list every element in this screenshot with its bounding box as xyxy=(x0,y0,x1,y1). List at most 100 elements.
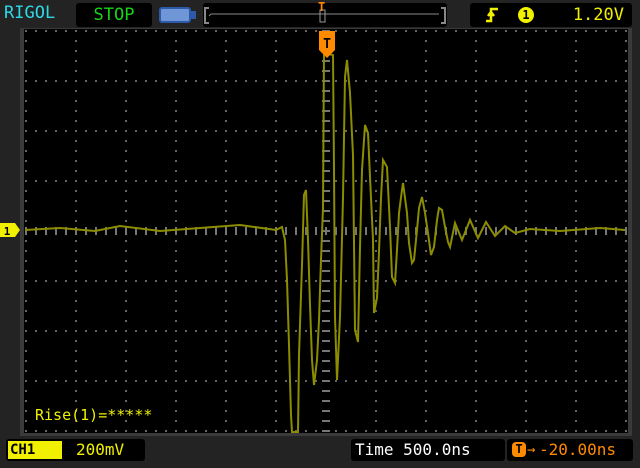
grid-dot xyxy=(135,130,137,132)
grid-dot xyxy=(625,400,627,402)
trigger-offset-settings[interactable]: T → -20.00ns xyxy=(507,439,633,461)
grid-dot xyxy=(375,430,377,432)
grid-dot xyxy=(475,70,477,72)
grid-dot xyxy=(525,280,527,282)
grid-dot xyxy=(475,130,477,132)
timebase-settings[interactable]: Time 500.0ns xyxy=(351,439,505,461)
grid-dot xyxy=(535,80,537,82)
grid-dot xyxy=(125,260,127,262)
grid-dot xyxy=(245,130,247,132)
grid-dot xyxy=(525,70,527,72)
grid-dot xyxy=(75,340,77,342)
grid-dot xyxy=(625,240,627,242)
grid-dot xyxy=(555,330,557,332)
grid-dot xyxy=(175,380,177,382)
grid-dot xyxy=(375,80,377,82)
grid-dot xyxy=(375,400,377,402)
grid-dot xyxy=(175,120,177,122)
ch1-settings[interactable]: CH1 200mV xyxy=(6,439,145,461)
grid-dot xyxy=(625,90,627,92)
grid-dot xyxy=(175,170,177,172)
grid-dot xyxy=(585,130,587,132)
grid-dot xyxy=(165,380,167,382)
grid-dot xyxy=(45,330,47,332)
grid-dot xyxy=(425,410,427,412)
grid-dot xyxy=(115,80,117,82)
grid-dot xyxy=(575,400,577,402)
grid-dot xyxy=(525,120,527,122)
grid-dot xyxy=(175,227,177,235)
grid-dot xyxy=(35,30,37,32)
grid-dot xyxy=(395,380,397,382)
grid-dot xyxy=(75,200,77,202)
grid-dot xyxy=(505,430,507,432)
grid-dot xyxy=(435,280,437,282)
grid-dot xyxy=(75,150,77,152)
grid-dot xyxy=(465,280,467,282)
grid-dot xyxy=(525,80,527,82)
grid-dot xyxy=(395,80,397,82)
grid-dot xyxy=(275,400,277,402)
grid-dot xyxy=(475,240,477,242)
grid-dot xyxy=(285,80,287,82)
grid-dot xyxy=(415,30,417,32)
trigger-level: 1.20V xyxy=(572,5,624,25)
grid-dot xyxy=(625,210,627,212)
grid-dot xyxy=(575,210,577,212)
grid-dot xyxy=(495,330,497,332)
grid-dot xyxy=(322,290,330,292)
grid-dot xyxy=(375,220,377,222)
grid-dot xyxy=(475,190,477,192)
grid-dot xyxy=(425,390,427,392)
grid-dot xyxy=(525,200,527,202)
grid-dot xyxy=(155,180,157,182)
grid-dot xyxy=(105,130,107,132)
grid-dot xyxy=(175,160,177,162)
grid-dot xyxy=(125,360,127,362)
grid-dot xyxy=(175,280,177,282)
ch1-ground-marker[interactable]: 1 xyxy=(0,223,20,238)
grid-dot xyxy=(195,280,197,282)
grid-dot xyxy=(355,430,357,432)
grid-dot xyxy=(565,380,567,382)
grid-dot xyxy=(525,270,527,272)
grid-dot xyxy=(415,380,417,382)
grid-dot xyxy=(455,30,457,32)
grid-dot xyxy=(322,370,330,372)
grid-dot xyxy=(365,380,367,382)
grid-dot xyxy=(545,280,547,282)
grid-dot xyxy=(322,430,330,432)
grid-dot xyxy=(175,130,177,132)
grid-dot xyxy=(575,190,577,192)
grid-dot xyxy=(125,90,127,92)
grid-dot xyxy=(425,200,427,202)
grid-dot xyxy=(525,180,527,182)
grid-dot xyxy=(575,180,577,182)
grid-dot xyxy=(25,170,27,172)
grid-dot xyxy=(585,30,587,32)
grid-dot xyxy=(625,160,627,162)
grid-dot xyxy=(115,30,117,32)
grid-dot xyxy=(255,180,257,182)
grid-dot xyxy=(415,430,417,432)
grid-dot xyxy=(195,380,197,382)
grid-dot xyxy=(75,380,77,382)
grid-dot xyxy=(555,80,557,82)
grid-dot xyxy=(322,400,330,402)
grid-dot xyxy=(525,90,527,92)
grid-dot xyxy=(425,300,427,302)
battery-tip-icon xyxy=(191,11,196,19)
grid-dot xyxy=(525,340,527,342)
grid-dot xyxy=(545,80,547,82)
trigger-settings[interactable]: 1 1.20V xyxy=(470,3,632,27)
grid-dot xyxy=(625,320,627,322)
grid-dot xyxy=(85,180,87,182)
grid-dot xyxy=(375,250,377,252)
grid-dot xyxy=(25,40,27,42)
grid-dot xyxy=(485,30,487,32)
grid-dot xyxy=(605,180,607,182)
grid-dot xyxy=(625,330,627,332)
grid-dot xyxy=(575,150,577,152)
grid-dot xyxy=(385,130,387,132)
grid-dot xyxy=(475,410,477,412)
